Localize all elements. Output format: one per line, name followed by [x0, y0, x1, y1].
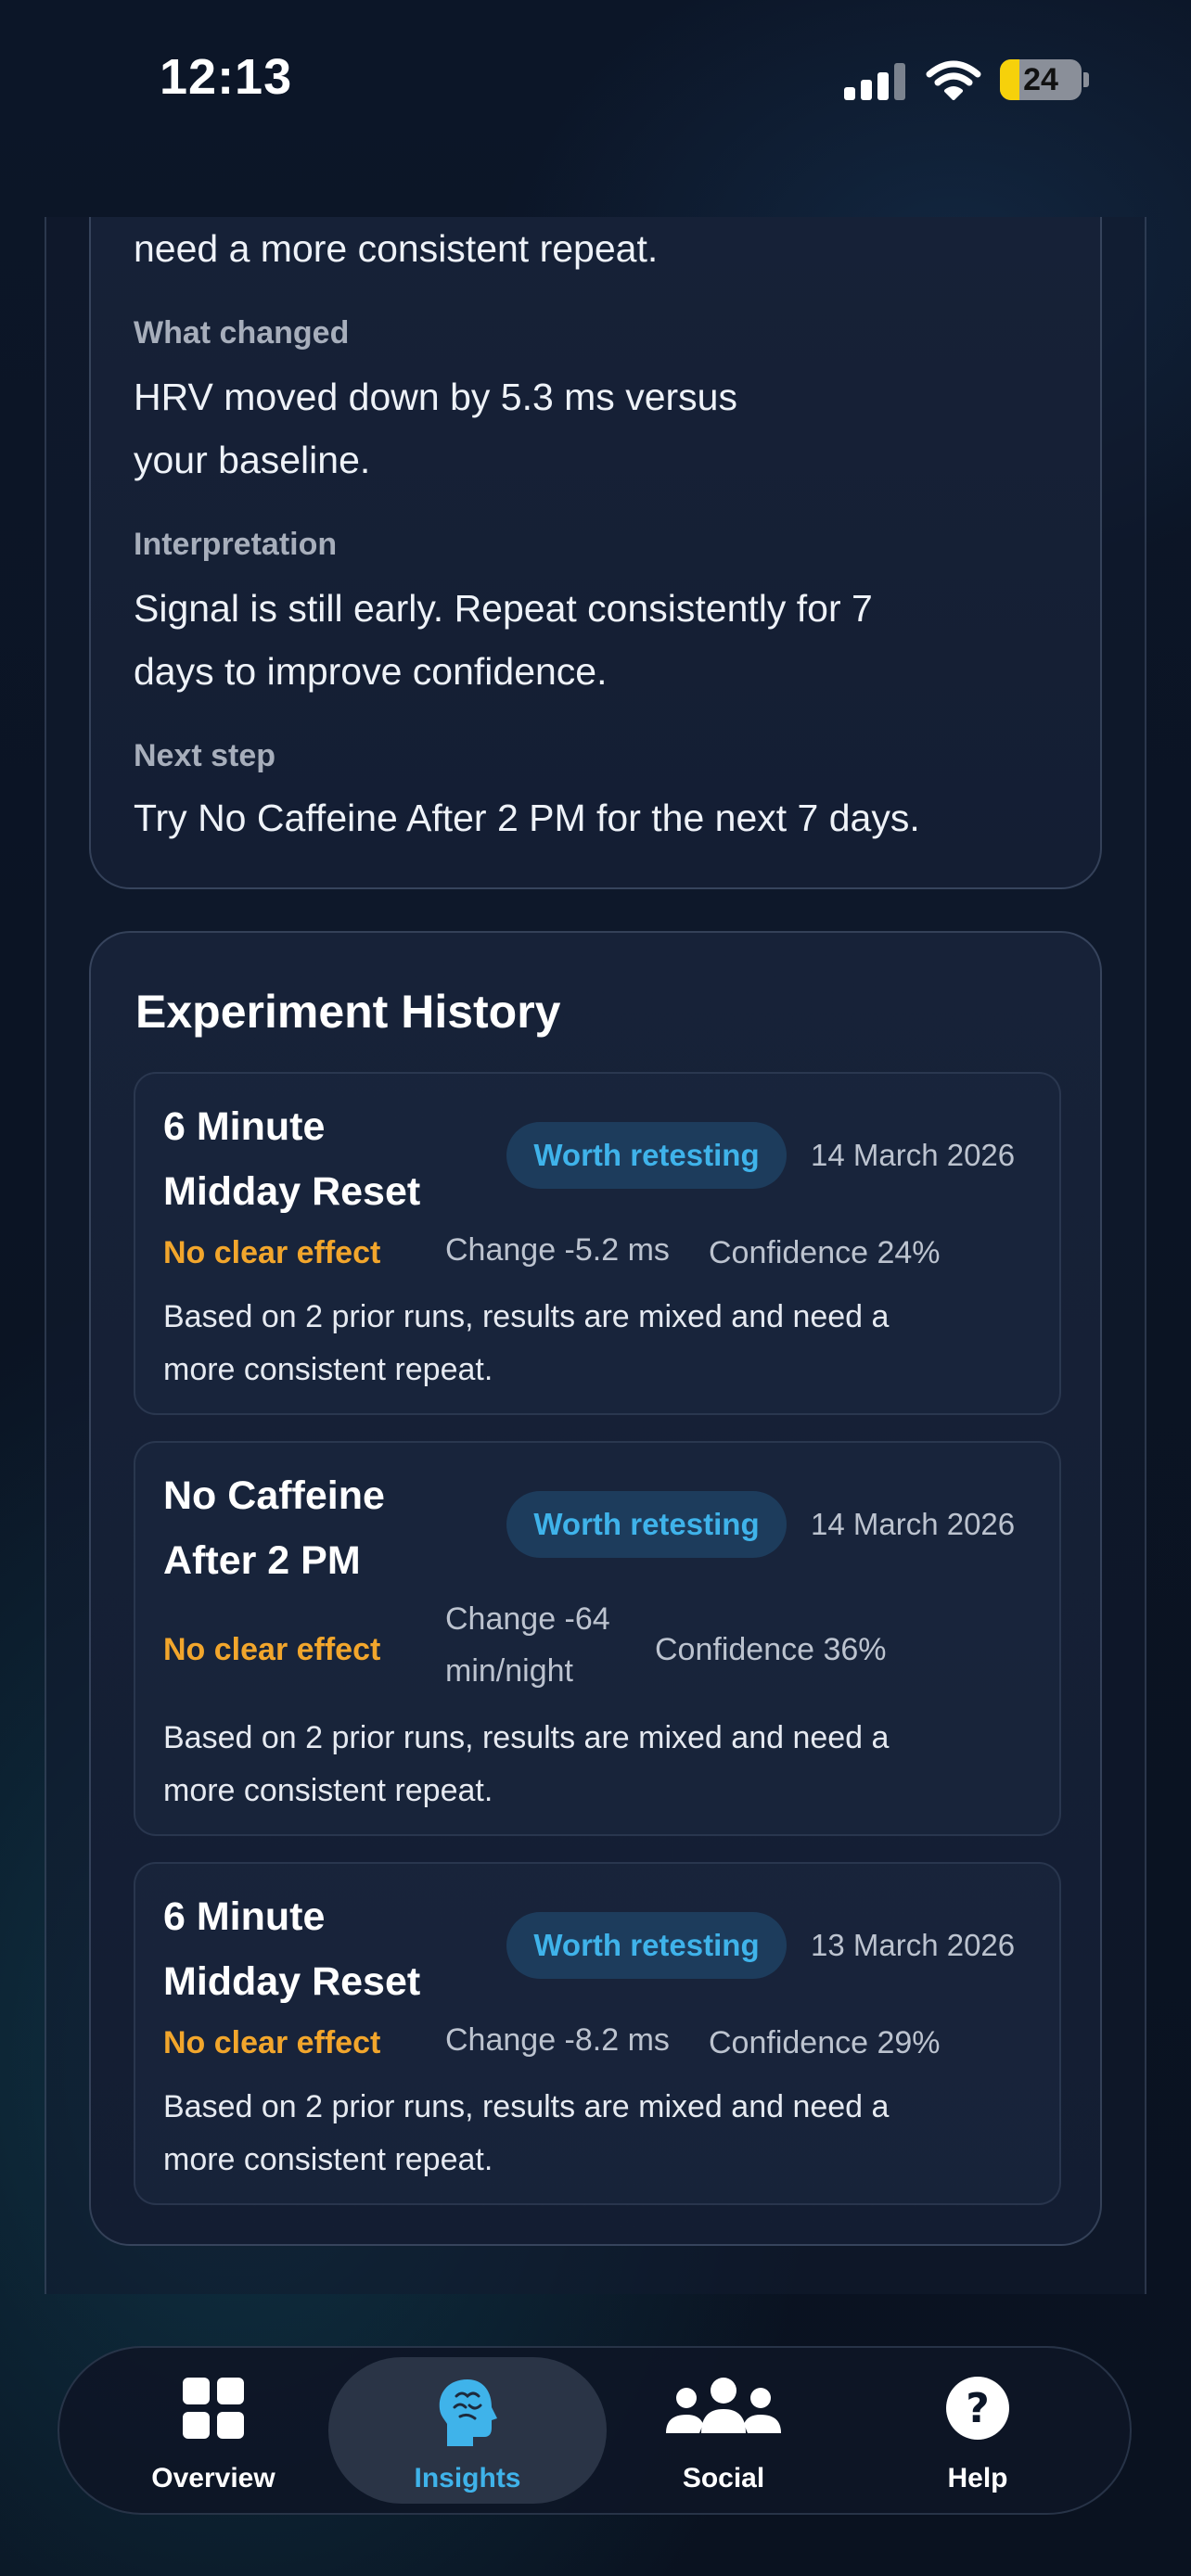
experiment-change: Change -64 min/night	[445, 1593, 610, 1697]
experiment-name: 6 Minute Midday Reset	[163, 1884, 479, 2014]
effect-status: No clear effect	[163, 1632, 381, 1667]
experiment-name-line: 6 Minute	[163, 1894, 326, 1939]
description-line: Based on 2 prior runs, results are mixed…	[163, 1299, 890, 1334]
experiment-description: Based on 2 prior runs, results are mixed…	[163, 2081, 1026, 2187]
description-line: Based on 2 prior runs, results are mixed…	[163, 1720, 890, 1755]
experiment-date: 14 March 2026	[811, 1138, 1016, 1172]
people-icon	[666, 2378, 781, 2433]
interpretation-text-2: days to improve confidence.	[134, 650, 608, 693]
experiment-description: Based on 2 prior runs, results are mixed…	[163, 1291, 1026, 1396]
experiment-confidence: Confidence 36%	[655, 1632, 887, 1667]
experiment-confidence: Confidence 29%	[709, 2025, 941, 2060]
tab-label: Social	[682, 2463, 765, 2493]
brain-icon	[439, 2379, 497, 2446]
description-line: more consistent repeat.	[163, 1352, 493, 1387]
experiment-date: 13 March 2026	[811, 1928, 1016, 1962]
grid-icon	[183, 2378, 244, 2439]
change-line: min/night	[445, 1653, 573, 1689]
tab-overview[interactable]: Overview	[74, 2357, 352, 2504]
worth-retesting-badge: Worth retesting	[506, 1491, 787, 1558]
effect-status: No clear effect	[163, 1235, 381, 1270]
insight-partial-text: need a more consistent repeat.	[134, 227, 659, 270]
experiment-name: No Caffeine After 2 PM	[163, 1463, 479, 1593]
experiment-history-card: Experiment History 6 Minute Midday Reset…	[89, 931, 1102, 2246]
experiment-name-line: Midday Reset	[163, 1959, 421, 2004]
experiment-item[interactable]: 6 Minute Midday Reset Worth retesting 14…	[134, 1072, 1061, 1415]
experiment-history-title: Experiment History	[135, 986, 561, 1038]
experiment-description: Based on 2 prior runs, results are mixed…	[163, 1712, 1026, 1817]
wifi-icon	[926, 60, 981, 100]
tab-insights[interactable]: Insights	[328, 2357, 607, 2504]
next-step-text: Try No Caffeine After 2 PM for the next …	[134, 797, 920, 839]
description-line: Based on 2 prior runs, results are mixed…	[163, 2089, 890, 2124]
what-changed-text-1: HRV moved down by 5.3 ms versus	[134, 376, 737, 418]
experiment-name-line: No Caffeine	[163, 1473, 385, 1518]
experiment-name-line: After 2 PM	[163, 1538, 361, 1583]
bottom-tab-bar: Overview Insights Social ? Help	[58, 2346, 1132, 2515]
description-line: more consistent repeat.	[163, 2142, 493, 2177]
interpretation-label: Interpretation	[134, 527, 338, 562]
status-bar: 12:13 24	[0, 0, 1191, 158]
battery-level: 24	[1023, 62, 1058, 97]
worth-retesting-badge: Worth retesting	[506, 1122, 787, 1189]
experiment-name-line: 6 Minute	[163, 1104, 326, 1149]
tab-social[interactable]: Social	[584, 2357, 863, 2504]
what-changed-text-2: your baseline.	[134, 439, 371, 481]
description-line: more consistent repeat.	[163, 1773, 493, 1808]
interpretation-text-1: Signal is still early. Repeat consistent…	[134, 587, 873, 630]
cellular-signal-icon	[844, 63, 909, 100]
experiment-item[interactable]: No Caffeine After 2 PM Worth retesting 1…	[134, 1441, 1061, 1836]
experiment-item[interactable]: 6 Minute Midday Reset Worth retesting 13…	[134, 1862, 1061, 2205]
change-line: Change -64	[445, 1601, 610, 1637]
tab-label: Insights	[414, 2463, 521, 2493]
next-step-label: Next step	[134, 738, 276, 773]
experiment-name: 6 Minute Midday Reset	[163, 1094, 479, 1224]
experiment-date: 14 March 2026	[811, 1507, 1016, 1541]
tab-label: Overview	[151, 2463, 275, 2493]
insights-scroll-area[interactable]: need a more consistent repeat. What chan…	[0, 217, 1191, 2294]
svg-text:?: ?	[966, 2385, 990, 2432]
status-time: 12:13	[160, 49, 293, 105]
battery-nub	[1083, 72, 1089, 87]
worth-retesting-badge: Worth retesting	[506, 1912, 787, 1979]
experiment-confidence: Confidence 24%	[709, 1235, 941, 1270]
help-icon: ?	[946, 2377, 1009, 2440]
experiment-name-line: Midday Reset	[163, 1169, 421, 1214]
battery-icon: 24	[1000, 59, 1082, 100]
what-changed-label: What changed	[134, 315, 350, 351]
tab-help[interactable]: ? Help	[839, 2357, 1117, 2504]
effect-status: No clear effect	[163, 2025, 381, 2060]
tab-label: Help	[947, 2463, 1008, 2493]
experiment-change: Change -8.2 ms	[445, 2022, 670, 2058]
experiment-change: Change -5.2 ms	[445, 1232, 670, 1268]
